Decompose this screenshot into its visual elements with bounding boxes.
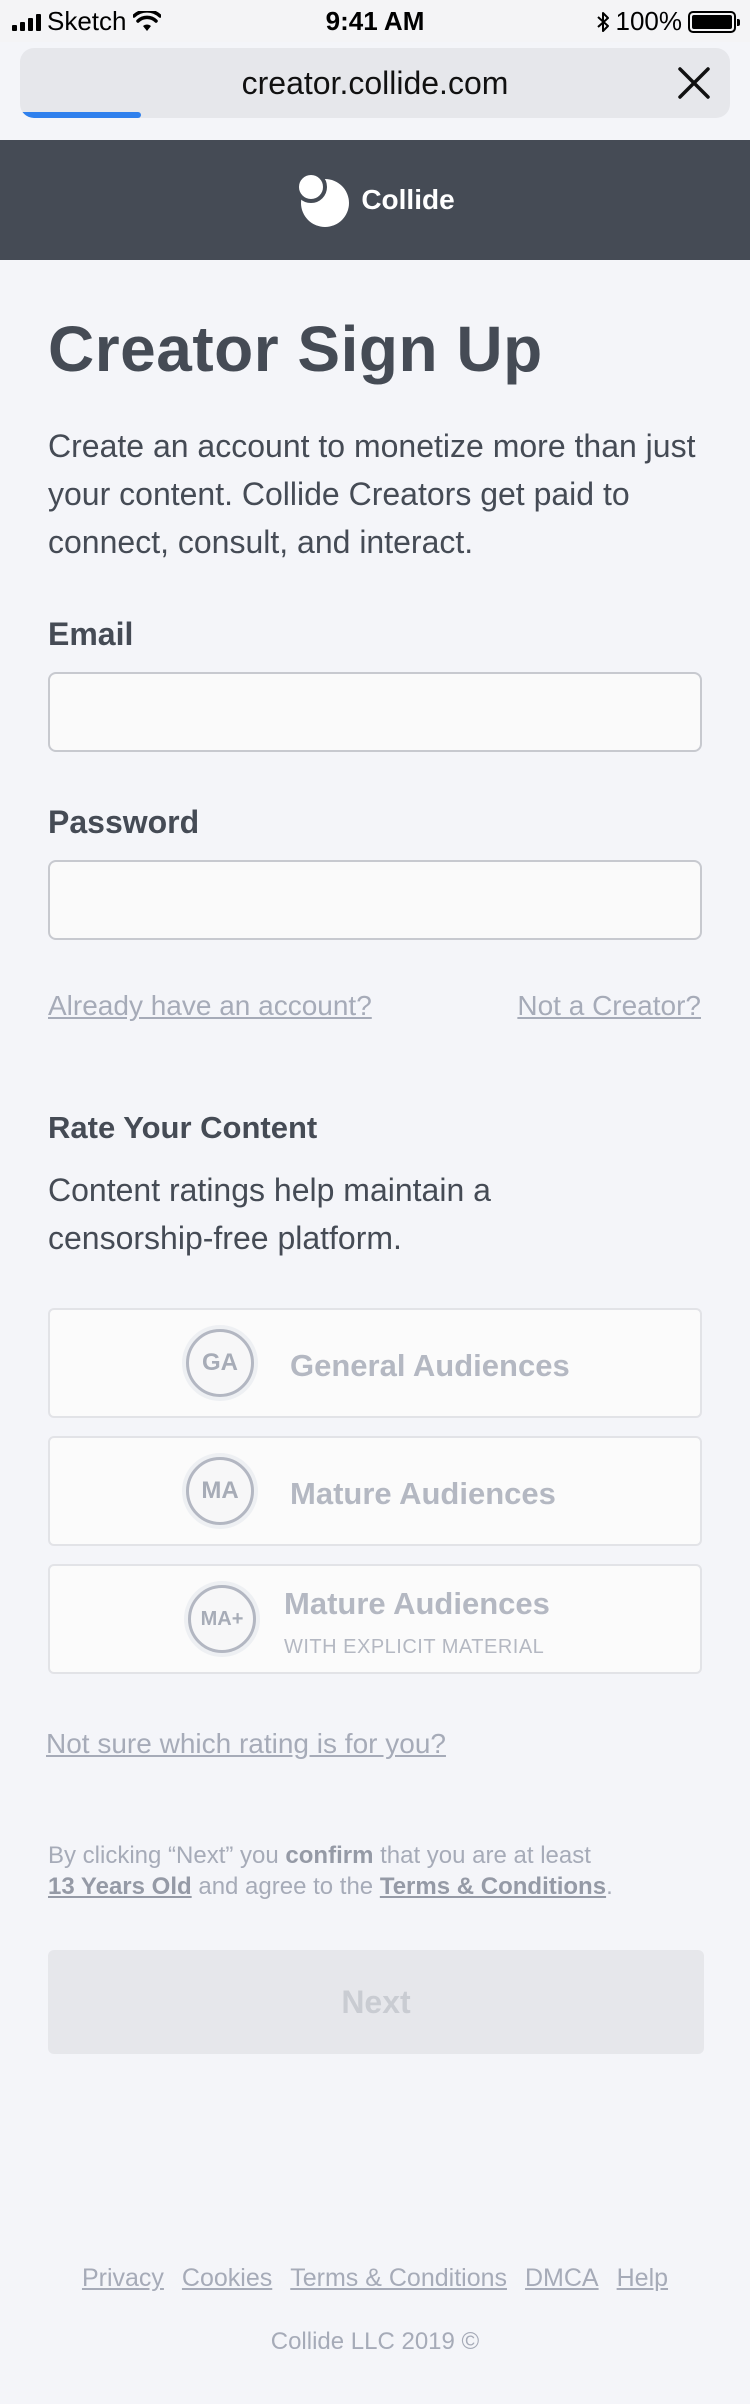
password-field[interactable] [48, 860, 702, 940]
page-load-progress [20, 112, 141, 118]
legal-notice: By clicking “Next” you confirm that you … [48, 1840, 708, 1902]
password-label: Password [48, 804, 200, 840]
ga-badge-icon: GA [186, 1329, 254, 1397]
ma-badge-icon: MA [186, 1457, 254, 1525]
not-creator-link[interactable]: Not a Creator? [517, 990, 701, 1022]
legal-text: By clicking “Next” you [48, 1842, 286, 1869]
rating-help-link[interactable]: Not sure which rating is for you? [46, 1728, 446, 1760]
age-requirement-link[interactable]: 13 Years Old [48, 1873, 192, 1900]
bluetooth-icon [596, 11, 609, 32]
rating-option-label: Mature Audiences [290, 1476, 556, 1511]
footer-link-terms[interactable]: Terms & Conditions [290, 2264, 507, 2293]
battery-icon [688, 10, 740, 33]
rating-option-ga[interactable]: GA General Audiences [48, 1308, 702, 1418]
intro-text: Create an account to monetize more than … [48, 428, 696, 560]
legal-text: that you are at least [373, 1842, 591, 1869]
legal-confirm: confirm [285, 1842, 374, 1869]
battery-percent: 100% [615, 6, 683, 36]
login-link[interactable]: Already have an account? [48, 990, 372, 1022]
rating-option-sublabel: WITH EXPLICIT MATERIAL [284, 1636, 545, 1658]
email-field[interactable] [48, 672, 702, 752]
rate-content-title: Rate Your Content [48, 1110, 318, 1145]
footer-link-privacy[interactable]: Privacy [82, 2264, 164, 2293]
rating-option-label: General Audiences [290, 1348, 570, 1383]
status-bar: Sketch 9:41 AM 100% [0, 0, 750, 42]
status-right: 100% [596, 6, 740, 37]
footer-links: Privacy Cookies Terms & Conditions DMCA … [0, 2264, 750, 2293]
page-title: Creator Sign Up [48, 313, 543, 385]
close-icon[interactable] [674, 63, 714, 103]
url-text[interactable]: creator.collide.com [20, 65, 730, 102]
rating-option-label: Mature Audiences [284, 1586, 550, 1621]
email-label: Email [48, 616, 134, 652]
footer-link-dmca[interactable]: DMCA [525, 2264, 599, 2293]
legal-text: and agree to the [191, 1873, 380, 1900]
url-bar[interactable]: creator.collide.com [20, 48, 730, 118]
app-header: Collide [0, 140, 750, 260]
footer-link-help[interactable]: Help [617, 2264, 668, 2293]
copyright: Collide LLC 2019 © [270, 2328, 480, 2355]
legal-text: . [606, 1873, 613, 1900]
logo-text[interactable]: Collide [361, 184, 454, 216]
terms-link[interactable]: Terms & Conditions [380, 1873, 606, 1900]
rating-option-ma[interactable]: MA Mature Audiences [48, 1436, 702, 1546]
ma-plus-badge-icon: MA+ [188, 1585, 256, 1653]
next-button[interactable]: Next [48, 1950, 704, 2054]
rate-content-description: Content ratings help maintain a censorsh… [48, 1172, 491, 1256]
collide-logo-icon[interactable] [295, 171, 350, 229]
footer-link-cookies[interactable]: Cookies [182, 2264, 272, 2293]
rating-option-ma-plus[interactable]: MA+ Mature Audiences WITH EXPLICIT MATER… [48, 1564, 702, 1674]
